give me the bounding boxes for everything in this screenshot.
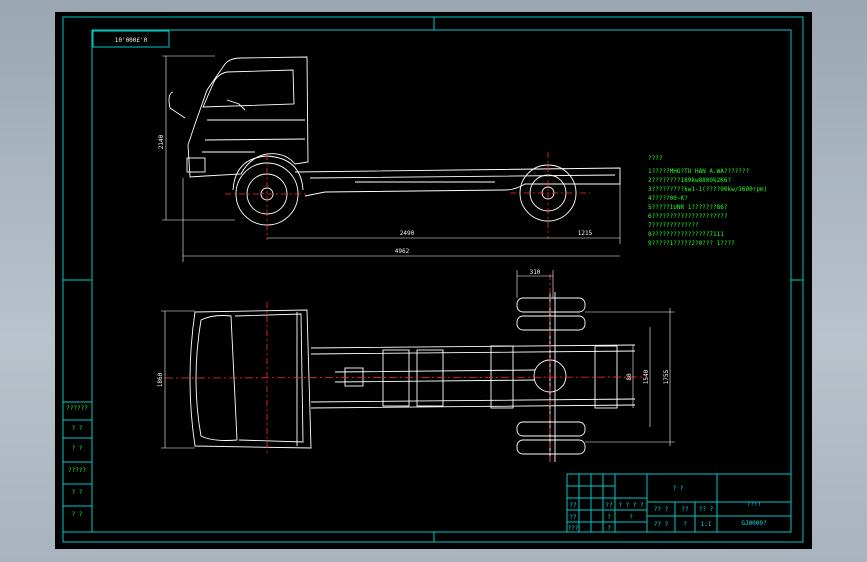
note-6: 6?????????????????????	[648, 213, 728, 220]
title-block: ? ? ??!! GJ0000? ?? ?? ??? ?? ? ? ? ? ? …	[566, 473, 792, 533]
tb-cell-7: ?	[629, 514, 633, 521]
cad-screenshot: 10'000£'0 2140 2490 1215 4962 ???? 1????…	[0, 0, 867, 562]
left-cell-5: ? ?	[72, 489, 83, 496]
notes-title: ????	[648, 155, 663, 162]
tb-cell-13: ?? ?	[654, 521, 669, 528]
dual-tire-left-inner	[516, 315, 586, 331]
note-4: 4?????00-K?	[648, 195, 688, 202]
outer-frame	[62, 16, 804, 543]
side-view-dimensions: 2140 2490 1215 4962	[158, 55, 621, 262]
dim-rear-track: 1540	[643, 369, 650, 384]
mirror	[168, 91, 186, 119]
left-cell-2: ? ?	[72, 425, 83, 432]
cab-panel-lines	[202, 119, 306, 153]
tb-cell-1: ??	[569, 502, 577, 509]
dim-side-height: 2140	[158, 134, 165, 149]
technical-notes: ???? 1?????MHG?TU HAN A.WA??????? 2?????…	[648, 155, 767, 247]
dual-tire-right-outer	[516, 439, 586, 455]
note-1: 1?????MHG?TU HAN A.WA???????	[648, 168, 750, 175]
dim-top-width: 1860	[157, 372, 164, 387]
dim-rear-width: 1755	[663, 369, 670, 384]
note-5: 5?????1UNR 1???????86?	[648, 204, 728, 211]
top-view-dimensions: 1860 80 1540 1755 310	[157, 269, 675, 449]
dim-overall-length: 4962	[395, 248, 410, 255]
truck-side-view	[168, 56, 621, 240]
left-cell-3: ? ?	[72, 445, 83, 452]
note-8: 8????????????????7111	[648, 231, 724, 238]
tb-cell-6: ?	[607, 514, 611, 521]
tb-cell-3: ???	[568, 525, 579, 532]
dim-small-axle: 80	[626, 373, 633, 381]
tb-cell-11: ?? ?	[699, 506, 714, 513]
code-stamp-text: 10'000£'0	[115, 37, 148, 44]
dual-tire-left-outer	[516, 297, 586, 313]
tb-cell-8: ?	[607, 525, 611, 532]
title-name: ? ?	[673, 485, 684, 492]
cab-outline	[187, 56, 309, 178]
dim-dual-spacing: 310	[530, 269, 541, 276]
note-3: 3?????????kw1-1(????90kw/3600rpm)	[648, 186, 767, 193]
chassis-rail	[309, 174, 616, 183]
dim-wheelbase: 2490	[400, 230, 415, 237]
steering-wheel	[226, 99, 246, 111]
left-cell-1: ??????	[66, 405, 88, 412]
driveshaft	[334, 369, 536, 383]
crossmember-1	[382, 349, 410, 407]
dual-tire-right-inner	[516, 421, 586, 437]
tb-cell-12: 1:1	[701, 521, 712, 528]
title-drawing-no: GJ0000?	[741, 520, 767, 527]
tb-cell-9: ?? ?	[654, 506, 669, 513]
tb-cell-10: ??	[681, 506, 689, 513]
title-school: ??!!	[747, 501, 761, 508]
cab-top-outline	[189, 309, 312, 449]
note-7: 7?????????????	[648, 222, 699, 229]
tb-cell-5: ? ? ? ?	[618, 502, 644, 509]
inner-border	[91, 29, 792, 533]
left-cell-4: ?????	[68, 467, 86, 474]
left-cell-6: ? ?	[72, 511, 83, 518]
dim-rear-overhang: 1215	[578, 230, 593, 237]
crossmember-2	[416, 349, 444, 407]
cad-viewport[interactable]: 10'000£'0 2140 2490 1215 4962 ???? 1????…	[55, 12, 812, 549]
drawing-canvas: 10'000£'0 2140 2490 1215 4962 ???? 1????…	[62, 16, 804, 543]
tb-cell-2: ??	[569, 514, 577, 521]
tb-cell-14: ?	[683, 521, 687, 528]
gearbox	[344, 367, 364, 387]
truck-top-view	[164, 274, 646, 464]
left-revision-table: ?????? ? ? ? ? ????? ? ? ? ?	[62, 279, 93, 533]
tb-cell-4: ??	[605, 502, 613, 509]
frame-rails	[310, 344, 636, 409]
note-9: 9?????1?????2?0??? 1????	[648, 240, 735, 247]
note-2: 2????????189kw8800k2K6?	[648, 177, 731, 184]
frame-rails-inner	[310, 350, 636, 403]
